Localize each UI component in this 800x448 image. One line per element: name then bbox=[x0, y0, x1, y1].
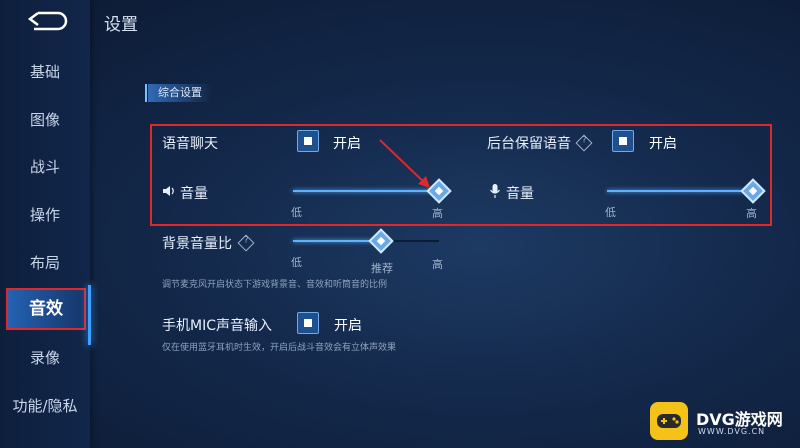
bg-voice-on-label: 开启 bbox=[649, 136, 677, 152]
sidebar-item-combat[interactable]: 战斗 bbox=[0, 147, 90, 187]
site-watermark: DVG游戏网 WWW.DVG.CN bbox=[650, 400, 795, 442]
speaker-icon bbox=[163, 186, 174, 196]
section-marker bbox=[145, 84, 147, 102]
bg-ratio-min: 低 bbox=[291, 256, 302, 269]
sidebar-item-layout[interactable]: 布局 bbox=[0, 243, 90, 283]
sidebar-item-sound[interactable]: 音效 bbox=[6, 288, 86, 330]
help-mark: ? bbox=[581, 135, 587, 146]
bg-ratio-help-icon[interactable]: ? bbox=[237, 234, 255, 252]
volume-left-max: 高 bbox=[432, 207, 443, 220]
gamepad-icon bbox=[657, 414, 681, 428]
sidebar-item-basic[interactable]: 基础 bbox=[0, 52, 90, 92]
mic-input-hint: 仅在使用蓝牙耳机时生效，开启后战斗音效会有立体声效果 bbox=[162, 343, 397, 353]
volume-left-min: 低 bbox=[291, 206, 302, 219]
sidebar: 基础 图像 战斗 操作 布局 音效 录像 功能/隐私 bbox=[0, 0, 90, 448]
bg-ratio-max: 高 bbox=[432, 258, 443, 271]
sidebar-item-controls[interactable]: 操作 bbox=[0, 195, 90, 235]
bg-ratio-recommended: 推荐 bbox=[371, 262, 393, 275]
mic-input-checkbox[interactable] bbox=[297, 312, 319, 334]
annotation-arrow bbox=[379, 139, 430, 188]
volume-right-max: 高 bbox=[746, 207, 757, 220]
bg-ratio-label: 背景音量比 bbox=[162, 236, 232, 252]
volume-right-min: 低 bbox=[605, 206, 616, 219]
watermark-url: WWW.DVG.CN bbox=[698, 427, 766, 436]
active-indicator bbox=[88, 285, 91, 345]
sidebar-item-replay[interactable]: 录像 bbox=[0, 338, 90, 378]
mic-input-label: 手机MIC声音输入 bbox=[162, 318, 272, 334]
microphone-icon bbox=[490, 184, 500, 198]
mic-input-on-label: 开启 bbox=[334, 318, 362, 334]
voice-chat-checkbox[interactable] bbox=[297, 130, 319, 152]
back-arrow-icon[interactable] bbox=[24, 10, 68, 32]
gamepad-logo-icon bbox=[650, 402, 688, 440]
voice-chat-label: 语音聊天 bbox=[162, 136, 218, 152]
volume-left-label: 音量 bbox=[180, 186, 208, 202]
page-title: 设置 bbox=[104, 15, 138, 35]
volume-right-label: 音量 bbox=[506, 186, 534, 202]
bg-ratio-hint: 调节麦克风开启状态下游戏背景音、音效和听筒音的比例 bbox=[162, 280, 388, 290]
bg-voice-checkbox[interactable] bbox=[612, 130, 634, 152]
voice-chat-on-label: 开启 bbox=[333, 136, 361, 152]
sidebar-item-graphics[interactable]: 图像 bbox=[0, 100, 90, 140]
section-title: 综合设置 bbox=[148, 84, 212, 102]
sidebar-item-privacy[interactable]: 功能/隐私 bbox=[0, 386, 90, 426]
annotation-box bbox=[150, 124, 772, 226]
volume-right-fill bbox=[607, 190, 753, 192]
bg-voice-label: 后台保留语音 bbox=[487, 136, 571, 152]
bg-ratio-knob[interactable] bbox=[368, 228, 394, 254]
bg-ratio-help-mark: ? bbox=[243, 235, 249, 246]
